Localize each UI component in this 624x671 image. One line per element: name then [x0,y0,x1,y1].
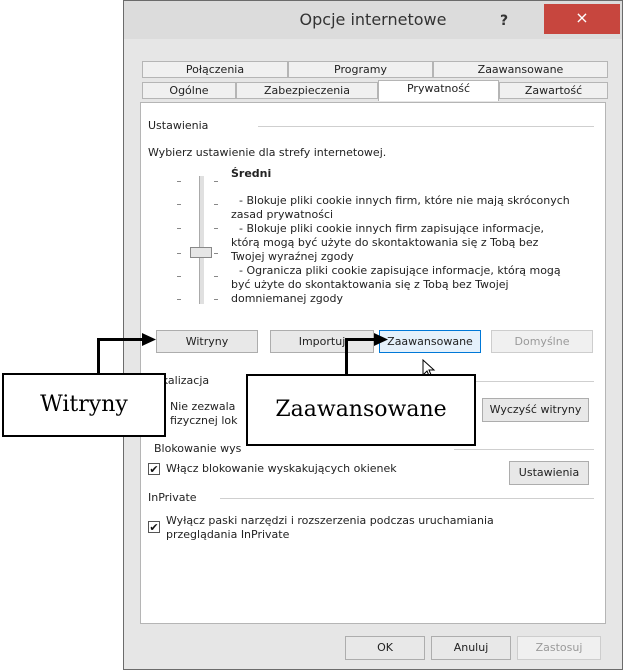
tab-content[interactable]: Zawartość [499,82,608,99]
slider-tick [214,253,218,254]
slider-tick [214,204,218,205]
privacy-slider-track[interactable] [199,176,205,304]
slider-tick [214,276,218,277]
slider-tick [214,228,218,229]
callout-arrow-line [345,338,348,376]
clear-sites-button[interactable]: Wyczyść witryny [482,398,589,422]
inprivate-checkbox[interactable]: ✔ [148,521,160,533]
popup-blocker-checkbox[interactable]: ✔ [148,463,160,475]
sites-callout: Witryny [2,373,166,437]
popup-settings-button[interactable]: Ustawienia [509,461,589,485]
privacy-panel [140,102,606,624]
zone-instruction: Wybierz ustawienie dla strefy internetow… [148,146,387,159]
ok-button[interactable]: OK [345,636,425,660]
settings-group-label: Ustawienia [148,119,209,132]
inprivate-group-label: InPrivate [148,491,197,504]
slider-tick [177,181,181,182]
settings-group-divider [258,126,594,127]
slider-tick [177,299,181,300]
arrow-head-icon [142,333,156,346]
cancel-button[interactable]: Anuluj [431,636,511,660]
tab-programs[interactable]: Programy [288,61,433,78]
location-checkbox-label: Nie zezwala [170,400,236,413]
level-desc-line: Twojej wyraźnej zgody [231,250,354,263]
tab-security[interactable]: Zabezpieczenia [236,82,378,99]
internet-options-window: Opcje internetowe ? × Połączenia Program… [123,0,623,670]
slider-tick [177,276,181,277]
slider-tick [177,228,181,229]
slider-tick [177,253,181,254]
inprivate-checkbox-label: Wyłącz paski narzędzi i rozszerzenia pod… [166,514,494,527]
advanced-button[interactable]: Zaawansowane [379,330,481,353]
popup-group-label: Blokowanie wys [154,442,242,455]
level-desc-line: domniemanej zgody [231,292,343,305]
slider-tick [177,204,181,205]
popup-group-divider [454,449,594,450]
tab-connections[interactable]: Połączenia [142,61,288,78]
arrow-head-icon [374,333,388,346]
callout-arrow-line [97,338,145,341]
slider-tick [214,299,218,300]
level-desc-line: - Blokuje pliki cookie innych firm zapis… [239,222,544,235]
inprivate-group-divider [220,498,594,499]
callout-arrow-line [97,339,100,375]
level-desc-line: być użyte do skontaktowania się z Tobą b… [231,278,509,291]
level-desc-line: - Blokuje pliki cookie innych firm, któr… [239,194,570,207]
level-desc-line: którą mogą być użyte do skontaktowania s… [231,236,539,249]
privacy-level-name: Średni [231,167,272,180]
help-button[interactable]: ? [490,9,518,33]
import-button[interactable]: Importuj [270,330,374,353]
tab-privacy[interactable]: Prywatność [378,80,499,101]
sites-button[interactable]: Witryny [156,330,258,353]
level-desc-line: - Ogranicza pliki cookie zapisujące info… [239,264,561,277]
advanced-callout: Zaawansowane [246,374,476,446]
tab-advanced[interactable]: Zaawansowane [433,61,608,78]
inprivate-checkbox-label-2: przeglądania InPrivate [166,528,290,541]
slider-tick [214,181,218,182]
tab-general[interactable]: Ogólne [142,82,236,99]
popup-blocker-label: Włącz blokowanie wyskakujących okienek [166,462,397,475]
location-checkbox-label-2: fizycznej lok [170,414,238,427]
callout-arrow-line [345,338,377,341]
default-button[interactable]: Domyślne [491,330,593,353]
close-button[interactable]: × [544,4,620,34]
level-desc-line: zasad prywatności [231,208,334,221]
privacy-slider-thumb[interactable] [190,247,212,258]
title-bar[interactable]: Opcje internetowe ? × [124,1,622,39]
apply-button[interactable]: Zastosuj [517,636,601,660]
